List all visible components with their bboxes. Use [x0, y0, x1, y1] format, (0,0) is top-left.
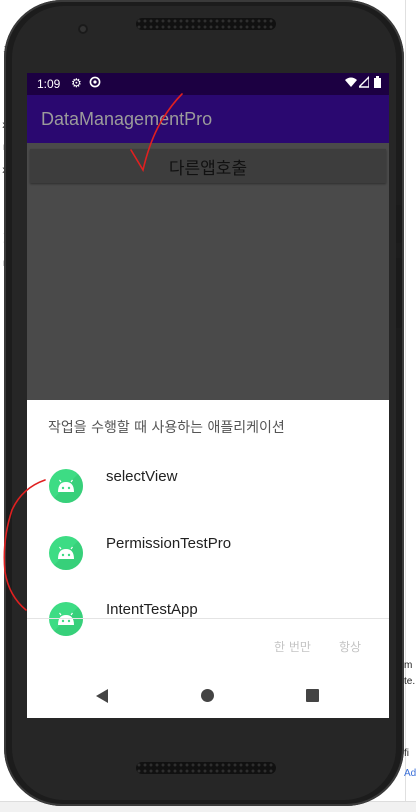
home-icon[interactable]: [201, 689, 214, 702]
bottom-speaker: [136, 762, 276, 774]
chooser-app-name: PermissionTestPro: [106, 535, 232, 552]
earpiece-speaker: [136, 18, 276, 30]
phone-screen: 1:09 ⚙ DataManagementPro 다른앱호출 작업을 수행할 때…: [27, 73, 389, 718]
status-bar: 1:09 ⚙: [27, 73, 389, 95]
cast-icon: [89, 76, 101, 91]
chooser-app-item[interactable]: IntentTestApp: [27, 595, 389, 655]
chooser-app-name: IntentTestApp: [106, 601, 198, 618]
signal-icon: [357, 75, 370, 91]
recents-icon[interactable]: [306, 689, 319, 702]
gear-icon: ⚙: [71, 76, 82, 90]
chooser-app-name: selectView: [106, 468, 178, 485]
editor-right-panel: [405, 0, 416, 812]
power-button[interactable]: [396, 205, 402, 243]
android-icon: [49, 536, 83, 570]
app-bar: DataManagementPro: [27, 95, 389, 143]
back-icon[interactable]: [96, 689, 108, 703]
call-other-app-button[interactable]: 다른앱호출: [30, 149, 386, 183]
app-chooser-sheet: 작업을 수행할 때 사용하는 애플리케이션 selectView Permiss…: [27, 400, 389, 718]
just-once-button[interactable]: 한 번만: [274, 638, 311, 655]
chooser-divider: [27, 618, 389, 619]
chooser-app-item[interactable]: selectView: [27, 462, 389, 522]
status-time: 1:09: [37, 77, 61, 91]
chooser-title: 작업을 수행할 때 사용하는 애플리케이션: [48, 420, 285, 436]
call-other-app-label: 다른앱호출: [168, 158, 248, 179]
volume-button[interactable]: [396, 258, 402, 328]
chooser-app-item[interactable]: PermissionTestPro: [27, 529, 389, 589]
wifi-icon: [345, 76, 357, 91]
battery-icon: [374, 76, 381, 91]
navigation-bar: [27, 673, 389, 718]
android-icon: [49, 602, 83, 636]
front-camera: [78, 24, 88, 34]
always-button[interactable]: 항상: [339, 638, 361, 655]
android-icon: [49, 469, 83, 503]
phone-emulator: 1:09 ⚙ DataManagementPro 다른앱호출 작업을 수행할 때…: [0, 0, 406, 812]
app-title: DataManagementPro: [41, 109, 213, 129]
